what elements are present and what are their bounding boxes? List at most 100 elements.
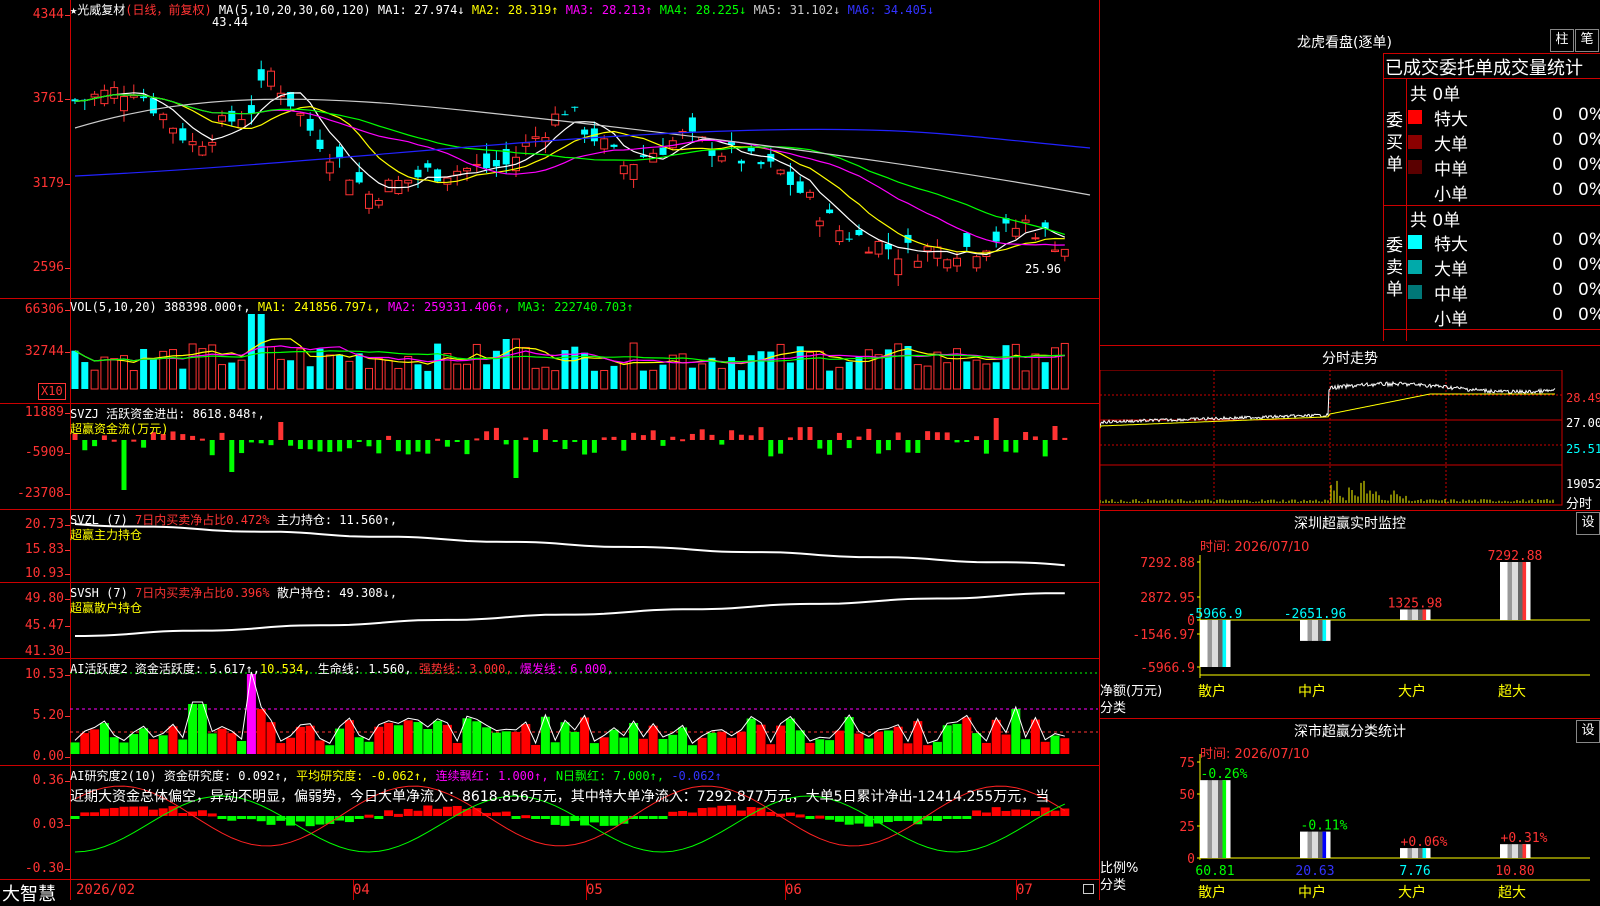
- bar-segment: [1212, 620, 1219, 667]
- flow-bar: [229, 440, 235, 472]
- research-bar: [609, 816, 619, 826]
- flow-bar: [190, 435, 196, 440]
- active-bar: [815, 739, 825, 754]
- lock-icon[interactable]: [1083, 884, 1094, 894]
- active-bar: [374, 726, 384, 754]
- lhb-subtitle: 已成交委托单成交量统计: [1385, 58, 1583, 79]
- flow-bar: [807, 426, 813, 440]
- research-bar: [599, 816, 609, 826]
- volume-chart[interactable]: [0, 299, 1100, 404]
- ai1-label: AI活跃度2: [70, 662, 128, 676]
- candle: [659, 147, 667, 155]
- net-flow-bar-chart[interactable]: 7292.882872.950-1546.97-5966.9-5966.9散户-…: [1100, 510, 1600, 710]
- volume-bar: [179, 368, 187, 389]
- buy-row-large: 大单 0 0%: [1408, 130, 1600, 155]
- volume-bar: [590, 370, 598, 389]
- volume-bar: [81, 362, 89, 389]
- flow-bar: [317, 440, 323, 452]
- bar-segment: [1522, 562, 1527, 620]
- candle: [610, 144, 618, 147]
- research-bar: [795, 814, 805, 818]
- active-bar: [452, 743, 462, 754]
- axis-tick: 0: [1187, 852, 1195, 867]
- volume-bar: [463, 363, 471, 390]
- flow-bar: [856, 436, 862, 440]
- active-bar: [423, 729, 433, 754]
- active-bar: [805, 742, 815, 754]
- volume-bar: [355, 353, 363, 389]
- bar-segment: [1512, 562, 1519, 620]
- volume-bar: [345, 360, 354, 390]
- axis-tick: 49.80: [24, 591, 71, 606]
- buy-row-medium: 中单 0 0%: [1408, 155, 1600, 180]
- candle: [786, 171, 794, 185]
- volume-bar: [737, 370, 745, 389]
- bar-value-label: 7292.88: [1488, 549, 1543, 564]
- flow-bar: [876, 440, 882, 454]
- research-bar: [844, 816, 854, 825]
- svsh-value: 散户持仓: 49.308↓,: [276, 586, 398, 600]
- brand-label[interactable]: 大智慧: [2, 880, 56, 906]
- research-bar: [266, 816, 276, 825]
- active-bar: [952, 723, 962, 754]
- candlestick-chart[interactable]: [0, 0, 1100, 298]
- volume-bar: [619, 362, 628, 390]
- flow-bar: [297, 440, 303, 449]
- active-bar: [668, 734, 678, 754]
- bar-mode-button[interactable]: 柱: [1550, 29, 1574, 52]
- active-bar: [148, 739, 158, 754]
- flow-bar: [376, 440, 382, 454]
- candle: [815, 220, 824, 227]
- flow-bar: [435, 438, 441, 441]
- active-bar: [315, 740, 325, 754]
- tick-mode-button[interactable]: 笔: [1575, 29, 1599, 52]
- axis-tick: 4344: [32, 7, 71, 22]
- flow-bar: [239, 440, 245, 454]
- bar-segment: [1307, 831, 1313, 858]
- candle: [424, 163, 432, 168]
- research-bar: [668, 811, 678, 816]
- candle: [737, 160, 745, 164]
- color-swatch: [1408, 285, 1422, 299]
- active-bar: [119, 742, 129, 754]
- flow-bar: [601, 437, 607, 440]
- axis-tick: 25: [1179, 820, 1195, 835]
- research-bar: [256, 816, 266, 822]
- sell-row-super: 特大 0 0%: [1408, 230, 1600, 255]
- monitor-xlabel: 分类: [1100, 701, 1127, 716]
- date-label: 06: [785, 882, 802, 898]
- ai2-axis: 0.36 0.03 -0.30: [0, 766, 71, 880]
- research-bar: [413, 810, 423, 816]
- research-bar: [1060, 808, 1070, 816]
- volume-bar: [815, 350, 824, 390]
- high-label: 43.44: [212, 15, 249, 29]
- research-bar: [403, 808, 413, 816]
- research-bar: [825, 816, 835, 820]
- buy-orders-label: 委买单: [1386, 111, 1403, 175]
- intraday-chart[interactable]: [1100, 370, 1600, 510]
- row-count: 0: [1552, 230, 1563, 250]
- category-label: 大户: [1398, 884, 1426, 900]
- bar-value-label: -2651.96: [1284, 607, 1347, 622]
- bar-segment: [1322, 831, 1327, 858]
- ratio-bar-chart[interactable]: 75 50 25 0 -0.26% 60.81 散户 -0.11% 20.63 中户 +0.06% 7…: [1100, 718, 1600, 900]
- sell-row-large: 大单 0 0%: [1408, 255, 1600, 280]
- active-bar: [1060, 738, 1070, 754]
- volume-bar: [287, 360, 295, 389]
- flow-bar: [82, 440, 88, 451]
- ma4-value: MA4: 28.225↓: [659, 3, 747, 17]
- volume-bar: [943, 362, 952, 390]
- bar-value-label: -5966.9: [1188, 607, 1243, 622]
- research-bar: [991, 807, 1001, 816]
- research-bar: [589, 816, 599, 823]
- candle: [688, 117, 696, 132]
- flow-bar: [346, 440, 352, 449]
- svzj-label: SVZJ: [70, 407, 99, 421]
- active-bar: [158, 735, 168, 754]
- volume-bar: [551, 370, 560, 390]
- svzl-label: SVZL (7): [70, 513, 128, 527]
- candle: [531, 136, 540, 140]
- research-bar: [393, 813, 403, 817]
- research-bar: [707, 807, 717, 816]
- volume-bar: [374, 357, 383, 390]
